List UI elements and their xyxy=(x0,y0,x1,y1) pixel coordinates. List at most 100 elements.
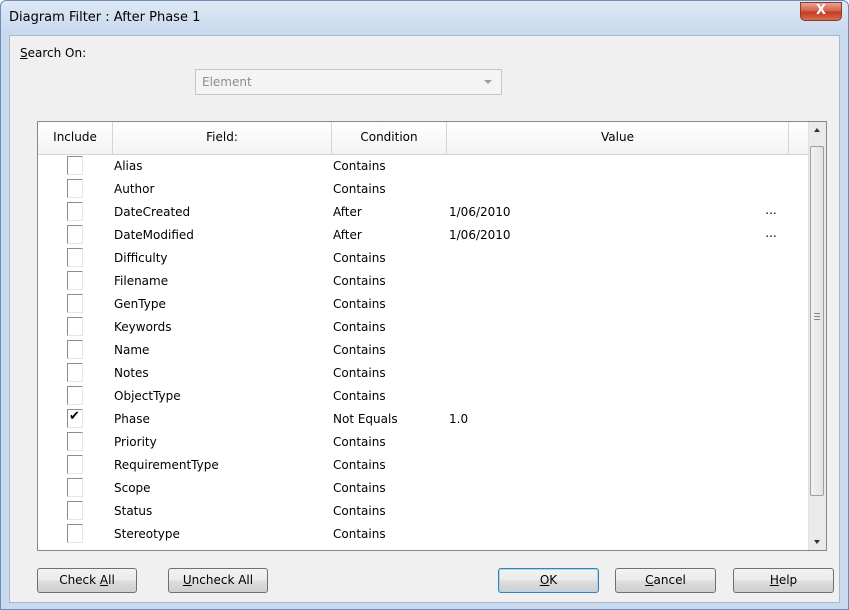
table-row[interactable]: DateModified After 1/06/2010... xyxy=(38,224,810,247)
cancel-button[interactable]: Cancel xyxy=(615,568,716,593)
include-checkbox[interactable] xyxy=(67,156,83,175)
header-condition[interactable]: Condition xyxy=(332,122,447,154)
include-checkbox[interactable] xyxy=(67,363,83,382)
value-cell[interactable]: 1/06/2010 xyxy=(449,228,511,242)
field-cell[interactable]: RequirementType xyxy=(114,458,219,472)
header-extra xyxy=(789,122,810,154)
include-checkbox[interactable] xyxy=(67,317,83,336)
grip-icon xyxy=(814,313,820,320)
grid-header: Include Field: Condition Value xyxy=(38,122,810,155)
value-cell[interactable]: 1.0 xyxy=(449,412,468,426)
table-row[interactable]: Author Contains xyxy=(38,178,810,201)
condition-cell[interactable]: Contains xyxy=(333,435,386,449)
table-row[interactable]: Filename Contains xyxy=(38,270,810,293)
include-checkbox[interactable] xyxy=(67,271,83,290)
field-cell[interactable]: DateModified xyxy=(114,228,194,242)
ellipsis-button[interactable]: ... xyxy=(760,227,782,243)
condition-cell[interactable]: Contains xyxy=(333,366,386,380)
field-cell[interactable]: Phase xyxy=(114,412,150,426)
include-checkbox[interactable]: ✔ xyxy=(67,409,83,428)
condition-cell[interactable]: Contains xyxy=(333,389,386,403)
table-row[interactable]: Priority Contains xyxy=(38,431,810,454)
field-cell[interactable]: Stereotype xyxy=(114,527,180,541)
field-cell[interactable]: DateCreated xyxy=(114,205,190,219)
include-checkbox[interactable] xyxy=(67,340,83,359)
check-all-button[interactable]: Check All xyxy=(37,568,137,593)
table-row[interactable]: GenType Contains xyxy=(38,293,810,316)
uncheck-all-button[interactable]: Uncheck All xyxy=(168,568,268,593)
table-row[interactable]: Name Contains xyxy=(38,339,810,362)
condition-cell[interactable]: Contains xyxy=(333,251,386,265)
field-cell[interactable]: Priority xyxy=(114,435,157,449)
field-cell[interactable]: Author xyxy=(114,182,154,196)
field-cell[interactable]: Name xyxy=(114,343,149,357)
search-on-label: Search On: xyxy=(20,46,87,60)
table-row[interactable]: Notes Contains xyxy=(38,362,810,385)
condition-cell[interactable]: Not Equals xyxy=(333,412,398,426)
search-on-select[interactable]: Element xyxy=(195,69,502,95)
header-value[interactable]: Value xyxy=(447,122,789,154)
condition-cell[interactable]: Contains xyxy=(333,297,386,311)
include-checkbox[interactable] xyxy=(67,478,83,497)
condition-cell[interactable]: After xyxy=(333,205,362,219)
include-checkbox[interactable] xyxy=(67,386,83,405)
condition-cell[interactable]: Contains xyxy=(333,274,386,288)
scroll-up-button[interactable] xyxy=(809,122,826,139)
table-row[interactable]: Difficulty Contains xyxy=(38,247,810,270)
field-cell[interactable]: Notes xyxy=(114,366,149,380)
table-row[interactable]: RequirementType Contains xyxy=(38,454,810,477)
table-row[interactable]: Alias Contains xyxy=(38,155,810,178)
arrow-down-icon xyxy=(814,540,820,544)
close-icon: X xyxy=(815,3,827,18)
include-checkbox[interactable] xyxy=(67,248,83,267)
condition-cell[interactable]: Contains xyxy=(333,159,386,173)
field-cell[interactable]: GenType xyxy=(114,297,166,311)
field-cell[interactable]: Status xyxy=(114,504,152,518)
grid-rows: Alias Contains Author Contains DateCreated Af… xyxy=(38,155,810,546)
header-include[interactable]: Include xyxy=(38,122,113,154)
table-row[interactable]: Status Contains xyxy=(38,500,810,523)
include-checkbox[interactable] xyxy=(67,501,83,520)
field-cell[interactable]: ObjectType xyxy=(114,389,181,403)
include-checkbox[interactable] xyxy=(67,179,83,198)
condition-cell[interactable]: Contains xyxy=(333,320,386,334)
field-cell[interactable]: Scope xyxy=(114,481,151,495)
condition-cell[interactable]: Contains xyxy=(333,504,386,518)
include-checkbox[interactable] xyxy=(67,455,83,474)
header-field[interactable]: Field: xyxy=(113,122,332,154)
ellipsis-button[interactable]: ... xyxy=(760,204,782,220)
condition-cell[interactable]: After xyxy=(333,228,362,242)
include-checkbox[interactable] xyxy=(67,225,83,244)
field-cell[interactable]: Filename xyxy=(114,274,168,288)
dialog-window: Diagram Filter : After Phase 1 X Search … xyxy=(0,0,849,610)
include-checkbox[interactable] xyxy=(67,202,83,221)
table-row[interactable]: ObjectType Contains xyxy=(38,385,810,408)
field-cell[interactable]: Alias xyxy=(114,159,142,173)
table-row[interactable]: Scope Contains xyxy=(38,477,810,500)
condition-cell[interactable]: Contains xyxy=(333,458,386,472)
table-row[interactable]: Keywords Contains xyxy=(38,316,810,339)
include-checkbox[interactable] xyxy=(67,432,83,451)
include-checkbox[interactable] xyxy=(67,524,83,543)
window-title: Diagram Filter : After Phase 1 xyxy=(9,10,201,25)
ok-button[interactable]: OK xyxy=(498,568,599,593)
include-checkbox[interactable] xyxy=(67,294,83,313)
title-bar[interactable]: Diagram Filter : After Phase 1 X xyxy=(1,1,848,35)
field-cell[interactable]: Keywords xyxy=(114,320,172,334)
close-button[interactable]: X xyxy=(800,2,842,21)
vertical-scrollbar[interactable] xyxy=(808,122,826,550)
table-row[interactable]: Stereotype Contains xyxy=(38,523,810,546)
condition-cell[interactable]: Contains xyxy=(333,182,386,196)
chevron-down-icon xyxy=(484,80,492,84)
value-cell[interactable]: 1/06/2010 xyxy=(449,205,511,219)
search-on-value: Element xyxy=(202,75,252,89)
help-button[interactable]: Help xyxy=(733,568,834,593)
table-row[interactable]: DateCreated After 1/06/2010... xyxy=(38,201,810,224)
scroll-down-button[interactable] xyxy=(809,533,826,550)
condition-cell[interactable]: Contains xyxy=(333,527,386,541)
condition-cell[interactable]: Contains xyxy=(333,343,386,357)
table-row[interactable]: ✔ Phase Not Equals 1.0 xyxy=(38,408,810,431)
condition-cell[interactable]: Contains xyxy=(333,481,386,495)
field-cell[interactable]: Difficulty xyxy=(114,251,168,265)
scroll-thumb[interactable] xyxy=(810,146,824,496)
